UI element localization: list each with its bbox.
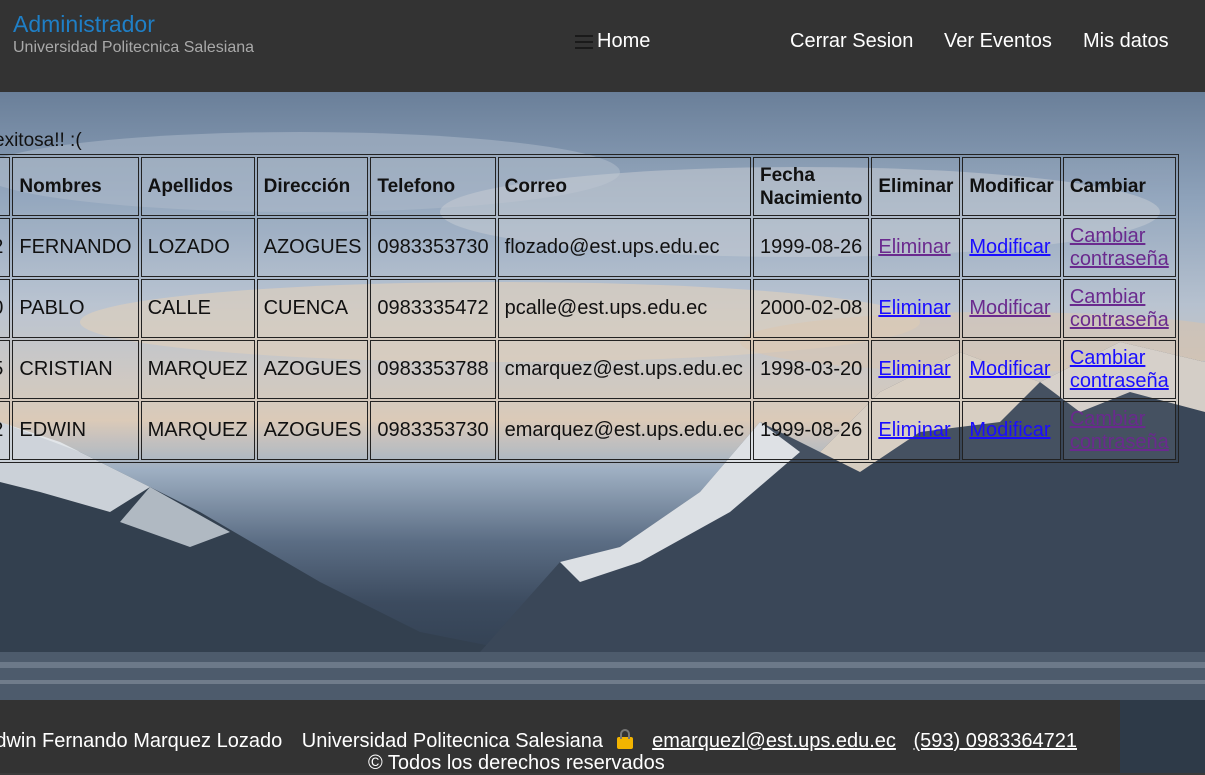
cell-fecha: 1999-08-26	[752, 401, 870, 460]
col-header-eliminar: Eliminar	[871, 157, 961, 216]
delete-link[interactable]: Eliminar	[878, 358, 950, 380]
change-password-link[interactable]: Cambiar contraseña	[1070, 225, 1169, 270]
cell-nombres: CRISTIAN	[12, 340, 139, 399]
cell-nombres: FERNANDO	[12, 218, 139, 277]
menu-icon	[575, 34, 593, 49]
col-header-direccion: Dirección	[256, 157, 369, 216]
change-password-link[interactable]: Cambiar contraseña	[1070, 286, 1169, 331]
cell-cambiar: Cambiar contraseña	[1062, 279, 1176, 338]
col-header-fecha: Fecha Nacimiento	[752, 157, 870, 216]
edit-link[interactable]: Modificar	[969, 236, 1050, 258]
edit-link[interactable]: Modificar	[969, 297, 1050, 319]
status-message: exitosa!! :(	[0, 130, 82, 151]
cell-apellidos: MARQUEZ	[140, 401, 255, 460]
cell-telefono: 0983353788	[370, 340, 496, 399]
cell-direccion: AZOGUES	[256, 401, 369, 460]
nav-home-link[interactable]: Home	[575, 30, 650, 53]
cell-telefono: 0983353730	[370, 401, 496, 460]
footer-contact-line: Edwin Fernando Marquez Lozado Universida…	[0, 729, 1077, 753]
change-password-link[interactable]: Cambiar contraseña	[1070, 347, 1169, 392]
col-header-id	[0, 157, 11, 216]
nav-logout-link[interactable]: Cerrar Sesion	[790, 30, 913, 53]
table-row: 022 FERNANDO LOZADO AZOGUES 0983353730 f…	[0, 218, 1176, 277]
footer-phone-link[interactable]: (593) 0983364721	[914, 730, 1077, 752]
table-header-row: Nombres Apellidos Dirección Telefono Cor…	[0, 157, 1176, 216]
col-header-telefono: Telefono	[370, 157, 496, 216]
brand-title[interactable]: Administrador	[13, 11, 155, 38]
cell-eliminar: Eliminar	[871, 340, 961, 399]
cell-cambiar: Cambiar contraseña	[1062, 340, 1176, 399]
cell-id: 022	[0, 218, 11, 277]
table-row: 80 PABLO CALLE CUENCA 0983335472 pcalle@…	[0, 279, 1176, 338]
cell-id: 80	[0, 279, 11, 338]
cell-correo: emarquez@est.ups.edu.ec	[497, 401, 751, 460]
cell-cambiar: Cambiar contraseña	[1062, 401, 1176, 460]
cell-modificar: Modificar	[962, 340, 1061, 399]
cell-modificar: Modificar	[962, 279, 1061, 338]
footer-university: Universidad Politecnica Salesiana	[301, 730, 604, 752]
cell-modificar: Modificar	[962, 401, 1061, 460]
footer-email-link[interactable]: emarquezl@est.ups.edu.ec	[652, 730, 896, 752]
cell-fecha: 1999-08-26	[752, 218, 870, 277]
cell-id: 055	[0, 340, 11, 399]
cell-fecha: 1998-03-20	[752, 340, 870, 399]
nav-mydata-link[interactable]: Mis datos	[1083, 30, 1169, 53]
cell-direccion: CUENCA	[256, 279, 369, 338]
cell-cambiar: Cambiar contraseña	[1062, 218, 1176, 277]
delete-link[interactable]: Eliminar	[878, 236, 950, 258]
cell-id: 022	[0, 401, 11, 460]
col-header-modificar: Modificar	[962, 157, 1061, 216]
cell-correo: cmarquez@est.ups.edu.ec	[497, 340, 751, 399]
footer: Edwin Fernando Marquez Lozado Universida…	[0, 700, 1120, 774]
col-header-apellidos: Apellidos	[140, 157, 255, 216]
nav-home-label: Home	[597, 30, 651, 52]
cell-apellidos: LOZADO	[140, 218, 255, 277]
users-table: Nombres Apellidos Dirección Telefono Cor…	[0, 154, 1179, 463]
footer-author: Edwin Fernando Marquez Lozado	[0, 730, 283, 752]
footer-background-edge	[1120, 700, 1205, 773]
col-header-nombres: Nombres	[12, 157, 139, 216]
cell-direccion: AZOGUES	[256, 218, 369, 277]
cell-nombres: PABLO	[12, 279, 139, 338]
cell-correo: pcalle@est.ups.edu.ec	[497, 279, 751, 338]
cell-fecha: 2000-02-08	[752, 279, 870, 338]
cell-apellidos: MARQUEZ	[140, 340, 255, 399]
change-password-link[interactable]: Cambiar contraseña	[1070, 408, 1169, 453]
cell-apellidos: CALLE	[140, 279, 255, 338]
cell-telefono: 0983353730	[370, 218, 496, 277]
table-row: 022 EDWIN MARQUEZ AZOGUES 0983353730 ema…	[0, 401, 1176, 460]
edit-link[interactable]: Modificar	[969, 419, 1050, 441]
cell-direccion: AZOGUES	[256, 340, 369, 399]
cell-eliminar: Eliminar	[871, 218, 961, 277]
cell-eliminar: Eliminar	[871, 279, 961, 338]
lock-icon	[616, 729, 633, 749]
cell-nombres: EDWIN	[12, 401, 139, 460]
cell-correo: flozado@est.ups.edu.ec	[497, 218, 751, 277]
delete-link[interactable]: Eliminar	[878, 297, 950, 319]
col-header-cambiar: Cambiar	[1062, 157, 1176, 216]
col-header-correo: Correo	[497, 157, 751, 216]
nav-events-link[interactable]: Ver Eventos	[944, 30, 1052, 53]
edit-link[interactable]: Modificar	[969, 358, 1050, 380]
table-row: 055 CRISTIAN MARQUEZ AZOGUES 0983353788 …	[0, 340, 1176, 399]
delete-link[interactable]: Eliminar	[878, 419, 950, 441]
footer-copyright: © Todos los derechos reservados	[368, 752, 665, 774]
brand-subtitle: Universidad Politecnica Salesiana	[13, 39, 255, 56]
top-navbar: Administrador Universidad Politecnica Sa…	[0, 0, 1205, 92]
cell-telefono: 0983335472	[370, 279, 496, 338]
cell-modificar: Modificar	[962, 218, 1061, 277]
cell-eliminar: Eliminar	[871, 401, 961, 460]
